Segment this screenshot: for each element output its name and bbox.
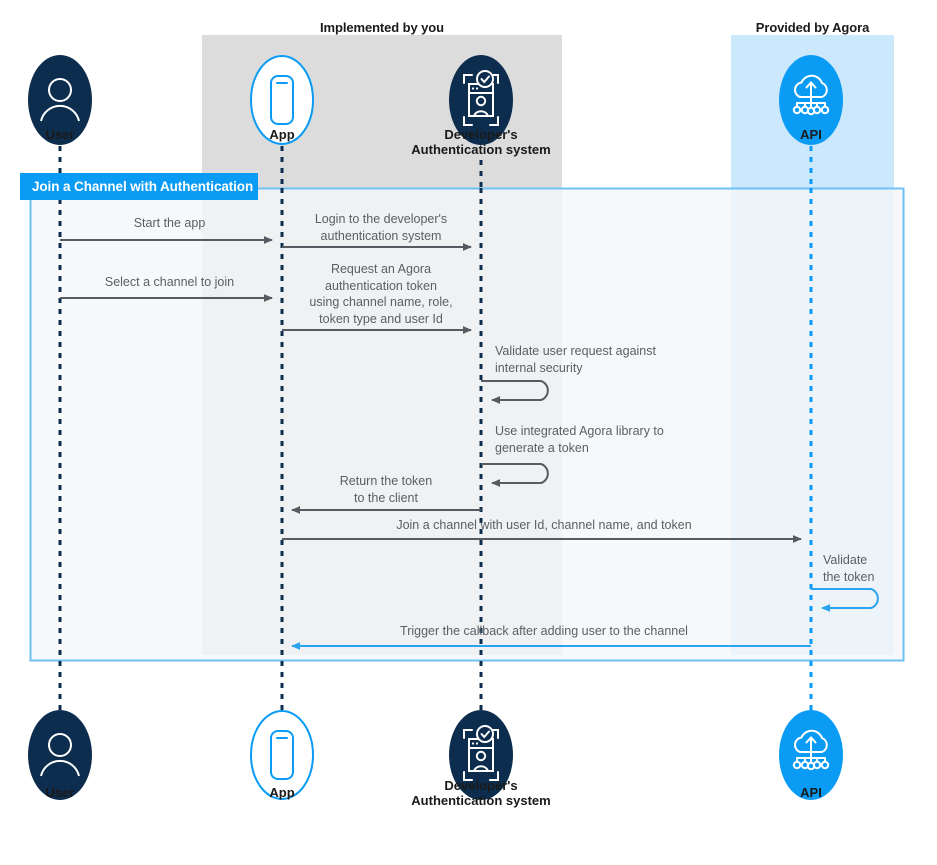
message-label-login-to-auth-system: Login to the developer's authentication … [314, 212, 448, 243]
sequence-diagram-canvas: Implemented by you Provided by Agora Sta… [0, 0, 937, 865]
arrow-generate-token [481, 463, 549, 487]
id-verification-icon-dot2 [475, 87, 479, 90]
id-verification-icon-dot2 [475, 742, 479, 745]
id-verification-icon-dot1 [471, 742, 475, 745]
actor-label-auth-top: Developer's Authentication system [411, 127, 551, 157]
id-verification-icon-dot1 [471, 87, 475, 90]
id-verification-icon-check-badge [476, 725, 494, 743]
actor-label-user-top: User [45, 127, 75, 142]
message-label-start-the-app: Start the app [133, 216, 206, 230]
message-label-validate-the-token: Validate the token [823, 553, 875, 584]
actor-label-api-bottom: API [800, 785, 822, 800]
message-label-request-token: Request an Agora authentication token us… [309, 262, 453, 326]
message-label-generate-token: Use integrated Agora library to generate… [495, 424, 664, 455]
actor-label-app-top: App [269, 127, 295, 142]
message-label-trigger-callback: Trigger the callback after adding user t… [400, 624, 688, 638]
message-label-select-a-channel: Select a channel to join [104, 275, 235, 289]
arrow-validate-user-request [481, 380, 549, 404]
arrow-validate-the-token [811, 588, 879, 612]
actor-label-user-bottom: User [45, 785, 75, 800]
actor-label-auth-bottom: Developer's Authentication system [411, 778, 551, 808]
frame-label-join-a-channel: Join a Channel with Authentication [20, 173, 258, 200]
message-label-join-a-channel: Join a channel with user Id, channel nam… [396, 518, 692, 532]
actor-label-api-top: API [800, 127, 822, 142]
actor-label-app-bottom: App [269, 785, 295, 800]
message-label-validate-user-request: Validate user request against internal s… [495, 344, 656, 375]
message-label-return-the-token: Return the token to the client [339, 474, 433, 505]
id-verification-icon-check-badge [476, 70, 494, 88]
